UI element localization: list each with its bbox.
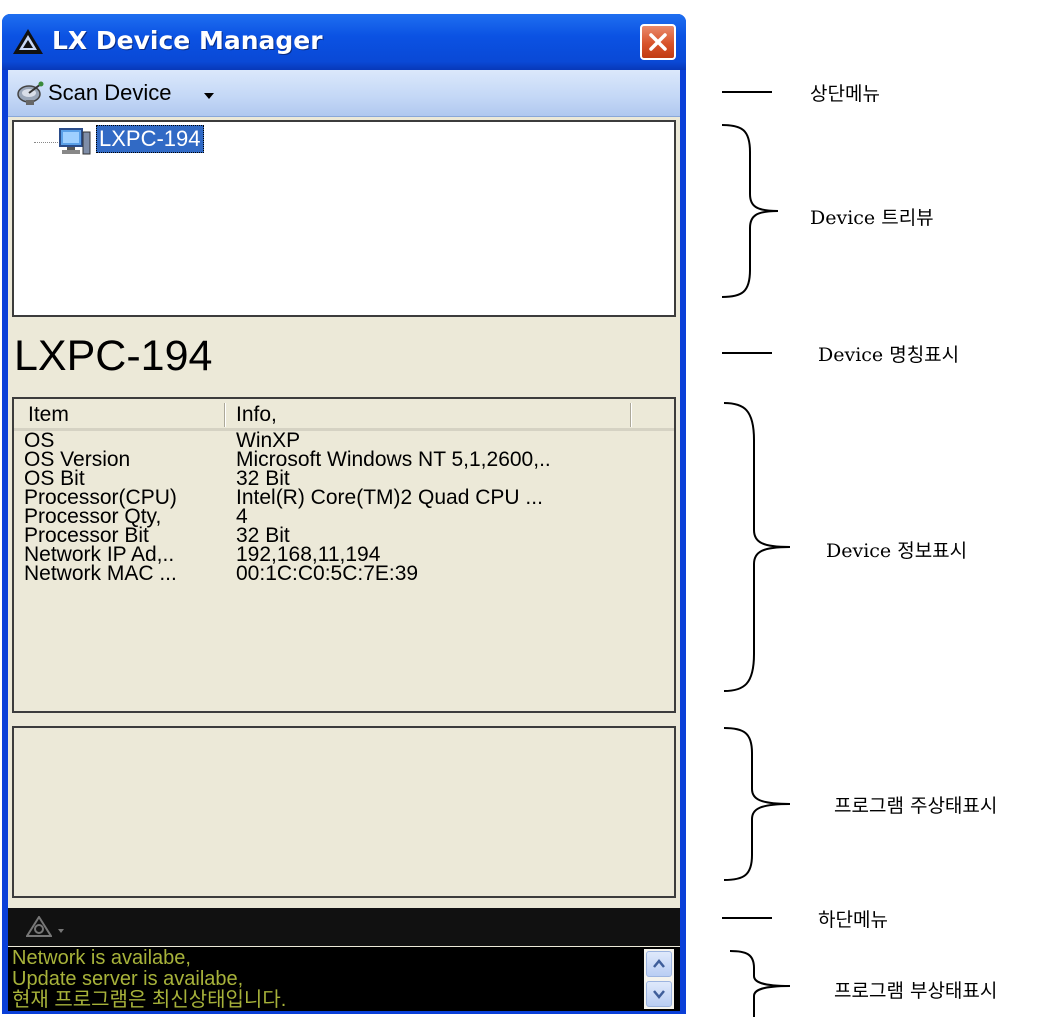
scroll-down-button[interactable] xyxy=(646,981,672,1007)
window-title: LX Device Manager xyxy=(52,26,323,55)
column-header-info[interactable]: Info, xyxy=(236,403,277,427)
title-bar[interactable]: LX Device Manager xyxy=(2,14,686,70)
annotation-tree-view: Device 트리뷰 xyxy=(810,207,934,229)
annotation-line xyxy=(722,91,772,93)
column-separator[interactable] xyxy=(630,403,632,427)
annotation-bottom-menu: 하단메뉴 xyxy=(818,909,888,931)
info-rows: OS WinXP OS Version Microsoft Windows NT 5… xyxy=(24,430,664,585)
chevron-up-icon xyxy=(653,959,665,968)
annotation-line xyxy=(722,352,772,354)
close-icon xyxy=(649,33,667,51)
scroll-up-button[interactable] xyxy=(646,951,672,977)
annotation-line xyxy=(722,917,772,919)
scan-device-menu[interactable]: Scan Device xyxy=(8,70,228,116)
list-item[interactable]: Network MAC ... 00:1C:C0:5C:7E:39 xyxy=(24,562,664,585)
satellite-dish-icon xyxy=(17,81,44,105)
annotation-brace xyxy=(723,727,791,881)
scan-device-label: Scan Device xyxy=(48,80,172,105)
annotation-sub-status: 프로그램 부상태표시 xyxy=(834,980,998,1002)
main-status-panel xyxy=(12,726,676,898)
vertical-scrollbar[interactable] xyxy=(644,949,674,1009)
annotation-main-status: 프로그램 주상태표시 xyxy=(834,795,998,817)
dropdown-caret-icon xyxy=(204,93,214,99)
item-value: 00:1C:C0:5C:7E:39 xyxy=(236,562,419,585)
sub-status-log: Network is availabe, Update server is av… xyxy=(8,947,680,1011)
tree-node-device[interactable]: LXPC-194 xyxy=(96,125,204,153)
annotation-info-display: Device 정보표시 xyxy=(826,540,968,562)
status-line: Update server is availabe, xyxy=(12,968,244,990)
list-item[interactable]: OS Version Microsoft Windows NT 5,1,2600,… xyxy=(24,449,664,470)
dropdown-caret-icon xyxy=(58,929,64,933)
status-line: Network is availabe, xyxy=(12,947,191,969)
item-value: Intel(R) Core(TM)2 Quad CPU ... xyxy=(236,486,543,509)
window-client: Scan Device LXPC-194 LXPC-194 Item Info,… xyxy=(8,70,680,1011)
column-header-item[interactable]: Item xyxy=(28,403,69,427)
list-header: Item Info, xyxy=(14,399,674,431)
bottom-menu-bar xyxy=(8,908,680,946)
annotation-brace xyxy=(729,950,791,1017)
item-name: Network MAC ... xyxy=(24,562,177,585)
chevron-down-icon xyxy=(653,990,665,999)
status-line: 현재 프로그램은 최신상태입니다. xyxy=(12,989,287,1011)
annotation-top-menu: 상단메뉴 xyxy=(810,83,880,105)
lx-device-manager-window: LX Device Manager Scan Device LXPC-194 L… xyxy=(2,14,686,1014)
close-button[interactable] xyxy=(640,24,676,60)
column-separator[interactable] xyxy=(224,403,226,427)
computer-icon xyxy=(59,128,91,155)
annotation-brace xyxy=(721,124,779,298)
annotation-name-display: Device 명칭표시 xyxy=(818,344,960,366)
lx-logo-icon xyxy=(26,916,52,937)
top-menu-bar: Scan Device xyxy=(8,70,680,117)
bottom-menu-button[interactable] xyxy=(14,908,64,946)
device-info-list[interactable]: Item Info, OS WinXP OS Version Microsoft W… xyxy=(12,397,676,713)
annotation-brace xyxy=(723,402,791,692)
lx-logo-icon xyxy=(13,29,43,54)
device-name-display: LXPC-194 xyxy=(14,332,213,380)
device-tree-view[interactable]: LXPC-194 xyxy=(12,120,676,317)
